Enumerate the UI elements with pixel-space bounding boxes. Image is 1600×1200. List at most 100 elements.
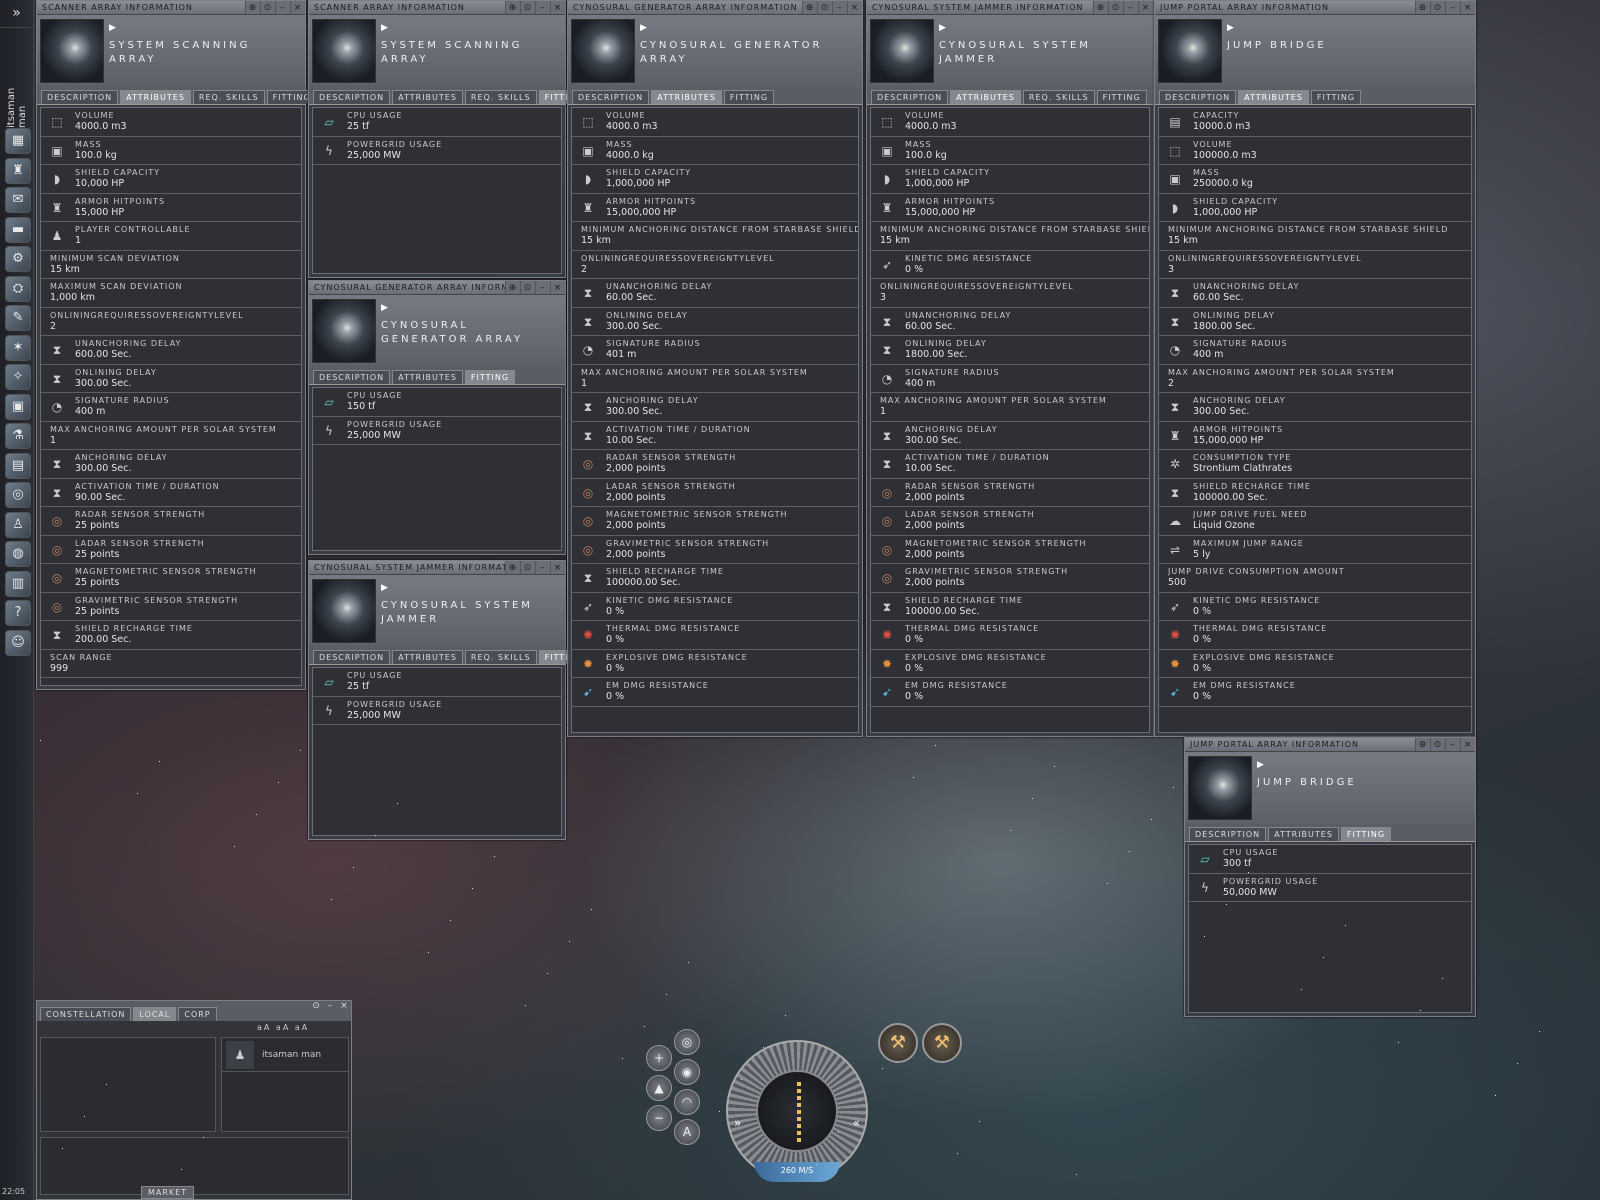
chat-toolbar[interactable]: aA aA aA — [257, 1023, 309, 1032]
play-icon[interactable]: ▶ — [381, 303, 388, 313]
science-icon[interactable]: ⚗ — [5, 423, 31, 449]
help-ring-icon[interactable]: ◎ — [5, 482, 31, 508]
contracts-icon[interactable]: ✎ — [5, 305, 31, 331]
pin-icon[interactable]: ⊕ — [802, 1, 817, 14]
close-icon[interactable]: × — [550, 1, 565, 14]
tab-attributes[interactable]: ATTRIBUTES — [1268, 827, 1339, 841]
minimize-icon[interactable]: – — [832, 1, 847, 14]
tab-attributes[interactable]: ATTRIBUTES — [392, 650, 463, 664]
pin-icon[interactable]: ⊕ — [245, 1, 260, 14]
market-icon[interactable]: ⚙ — [5, 246, 31, 272]
tab-fitting[interactable]: FITTING — [1340, 827, 1392, 841]
tab-req-skills[interactable]: REQ. SKILLS — [1022, 90, 1095, 104]
close-icon[interactable]: × — [1460, 738, 1475, 751]
play-icon[interactable]: ▶ — [939, 23, 946, 33]
character-icon[interactable]: ♜ — [5, 157, 31, 184]
speed-gauge[interactable]: » « 260 M/S — [726, 1040, 868, 1182]
tab-description[interactable]: DESCRIPTION — [313, 90, 391, 104]
window-titlebar[interactable]: CYNOSURAL SYSTEM JAMMER INFORMATI ⊕ ⊙ – × — [309, 561, 565, 575]
settings-icon[interactable]: ⊙ — [520, 281, 535, 294]
settings-icon[interactable]: ⊙ — [309, 1001, 323, 1011]
ship-icon[interactable]: ▲ — [646, 1075, 672, 1101]
window-titlebar[interactable]: JUMP PORTAL ARRAY INFORMATION ⊕ ⊙ – × — [1185, 738, 1475, 752]
close-icon[interactable]: × — [1138, 1, 1153, 14]
close-icon[interactable]: × — [550, 561, 565, 574]
tab-fitting[interactable]: FITTING — [723, 90, 775, 104]
window-titlebar[interactable]: SCANNER ARRAY INFORMATION ⊕ ⊙ – × — [309, 1, 565, 15]
window-titlebar[interactable]: JUMP PORTAL ARRAY INFORMATION ⊕ ⊙ – × — [1155, 1, 1475, 15]
play-icon[interactable]: ▶ — [1227, 23, 1234, 33]
window-titlebar[interactable]: CYNOSURAL GENERATOR ARRAY INFORMATI ⊕ ⊙ – × — [309, 281, 565, 295]
tab-attributes[interactable]: ATTRIBUTES — [392, 90, 463, 104]
tab-attributes[interactable]: ATTRIBUTES — [392, 370, 463, 384]
settings-icon[interactable]: ⊙ — [1430, 738, 1445, 751]
corp-icon[interactable]: ▥ — [5, 570, 31, 597]
inventory-icon[interactable]: ▣ — [5, 393, 31, 420]
fitting-icon[interactable]: ♙ — [5, 511, 31, 538]
close-icon[interactable]: × — [550, 281, 565, 294]
settings-icon[interactable]: ⊙ — [520, 1, 535, 14]
close-icon[interactable]: × — [847, 1, 862, 14]
play-icon[interactable]: ▶ — [1257, 760, 1264, 770]
module-slot-2[interactable]: ⚒ — [922, 1023, 962, 1063]
tab-fitting[interactable]: FITTING — [1096, 90, 1147, 104]
close-icon[interactable]: × — [290, 1, 305, 14]
portrait-icon[interactable]: ☺ — [5, 629, 31, 656]
settings-icon[interactable]: ⊙ — [520, 561, 535, 574]
autopilot-icon[interactable]: A — [674, 1119, 700, 1145]
tab-fitting[interactable]: FITTING — [1310, 90, 1362, 104]
play-icon[interactable]: ▶ — [381, 23, 388, 33]
chat-message-pane[interactable] — [40, 1037, 216, 1132]
tab-attributes[interactable]: ATTRIBUTES — [120, 90, 191, 104]
tab-description[interactable]: DESCRIPTION — [313, 370, 391, 384]
tab-description[interactable]: DESCRIPTION — [871, 90, 949, 104]
map-icon[interactable]: ✶ — [5, 334, 31, 361]
window-titlebar[interactable]: CYNOSURAL GENERATOR ARRAY INFORMATION ⊕ ⊙ –… — [568, 1, 862, 15]
minimize-icon[interactable]: – — [1123, 1, 1138, 14]
tab-attributes[interactable]: ATTRIBUTES — [651, 90, 722, 104]
play-icon[interactable]: ▶ — [381, 583, 388, 593]
tab-req-skills[interactable]: REQ. SKILLS — [464, 650, 537, 664]
close-icon[interactable]: × — [1460, 1, 1475, 14]
minimize-icon[interactable]: – — [535, 561, 550, 574]
pin-icon[interactable]: ⊕ — [1415, 1, 1430, 14]
chat-tab-constellation[interactable]: CONSTELLATION — [40, 1007, 132, 1021]
minimize-icon[interactable]: – — [1445, 738, 1460, 751]
module-slot-1[interactable]: ⚒ — [878, 1023, 918, 1063]
tab-description[interactable]: DESCRIPTION — [572, 90, 650, 104]
tab-req-skills[interactable]: REQ. SKILLS — [464, 90, 537, 104]
minimize-icon[interactable]: – — [535, 281, 550, 294]
tab-fitting[interactable]: FITTING — [464, 370, 516, 384]
tab-description[interactable]: DESCRIPTION — [1159, 90, 1237, 104]
tab-description[interactable]: DESCRIPTION — [41, 90, 119, 104]
minimize-icon[interactable]: – — [275, 1, 290, 14]
close-icon[interactable]: × — [337, 1001, 351, 1011]
chat-input[interactable] — [40, 1137, 349, 1195]
help-icon[interactable]: ? — [5, 600, 31, 626]
neocom-expand-button[interactable]: » — [0, 0, 33, 28]
minimize-icon[interactable]: – — [323, 1001, 337, 1011]
settings-icon[interactable]: ⊙ — [1108, 1, 1123, 14]
tab-attributes[interactable]: ATTRIBUTES — [1238, 90, 1309, 104]
chat-tab-local[interactable]: LOCAL — [133, 1007, 177, 1021]
pin-icon[interactable]: ⊕ — [1093, 1, 1108, 14]
assets-icon[interactable]: ▦ — [5, 128, 31, 154]
stop-button[interactable]: » — [734, 1116, 741, 1130]
pin-icon[interactable]: ⊕ — [505, 1, 520, 14]
member-entry[interactable]: ♟ itsaman man — [222, 1038, 348, 1072]
pin-icon[interactable]: ⊕ — [505, 561, 520, 574]
minimize-icon[interactable]: – — [1445, 1, 1460, 14]
tab-description[interactable]: DESCRIPTION — [1189, 827, 1267, 841]
mail-icon[interactable]: ✉ — [5, 187, 31, 213]
market-tab[interactable]: MARKET — [141, 1186, 195, 1199]
zoom-out-icon[interactable]: − — [646, 1105, 672, 1131]
planet-icon[interactable]: ◍ — [5, 541, 31, 567]
tab-attributes[interactable]: ATTRIBUTES — [950, 90, 1021, 104]
settings-icon[interactable]: ⊙ — [260, 1, 275, 14]
tab-req-skills[interactable]: REQ. SKILLS — [192, 90, 265, 104]
window-titlebar[interactable]: SCANNER ARRAY INFORMATION ⊕ ⊙ – × — [37, 1, 305, 15]
scanner-icon[interactable]: ✧ — [5, 364, 31, 390]
scanner-icon[interactable]: ◉ — [674, 1059, 700, 1085]
minimize-icon[interactable]: – — [535, 1, 550, 14]
play-icon[interactable]: ▶ — [640, 23, 647, 33]
